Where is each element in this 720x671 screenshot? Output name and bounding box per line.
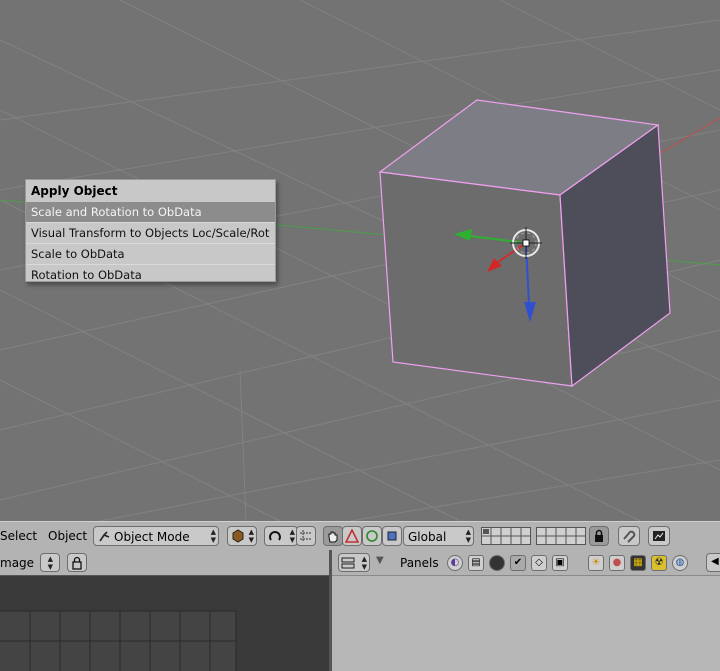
align-icon <box>300 530 312 542</box>
manipulator-toggle[interactable] <box>323 526 343 546</box>
editing-icon[interactable]: ◇ <box>531 555 547 571</box>
lock-icon <box>595 529 603 542</box>
updown-arrows-icon: ▲ ▼ <box>47 555 53 571</box>
snap-button[interactable] <box>618 526 640 546</box>
orientation-label: Global <box>408 530 447 544</box>
radio-icon[interactable]: ☢ <box>651 555 667 571</box>
buttons-window-header: ▲ ▼ ▼ Panels ◐ ▤ ✔ ◇ ▣ ☀ ● ▦ ☢ ◍ ◀ <box>332 550 720 576</box>
script-icon[interactable]: ▤ <box>468 555 484 571</box>
image-editor: mage ▲ ▼ <box>0 550 329 671</box>
object-icon[interactable]: ✔ <box>510 555 526 571</box>
mode-selector-label: Object Mode <box>114 530 190 544</box>
rotate-manipulator-button[interactable] <box>362 526 382 546</box>
image-menu[interactable]: mage <box>0 556 34 570</box>
buttons-window: ▲ ▼ ▼ Panels ◐ ▤ ✔ ◇ ▣ ☀ ● ▦ ☢ ◍ ◀ <box>332 550 720 671</box>
lock-icon <box>72 556 82 570</box>
hand-icon <box>328 531 338 543</box>
image-lock-button[interactable] <box>67 553 87 572</box>
collapse-triangle-icon[interactable]: ▼ <box>376 555 384 566</box>
scene-icon[interactable]: ▣ <box>552 555 568 571</box>
render-icon <box>653 531 665 541</box>
translate-manipulator-button[interactable] <box>342 526 362 546</box>
scale-manipulator-button[interactable] <box>382 526 402 546</box>
logic-icon[interactable]: ◐ <box>447 555 463 571</box>
updown-arrows-icon: ▲ ▼ <box>361 555 367 571</box>
menu-item-scale[interactable]: Scale to ObData <box>26 243 275 264</box>
updown-arrows-icon: ▲ ▼ <box>248 528 254 544</box>
image-browse-button[interactable]: ▲ ▼ <box>40 553 60 572</box>
circle-icon <box>366 530 378 542</box>
magnet-icon <box>623 530 636 543</box>
updown-arrows-icon: ▲ ▼ <box>465 528 471 544</box>
select-menu[interactable]: Select <box>0 529 37 543</box>
square-icon <box>387 531 397 541</box>
lamp-icon[interactable]: ☀ <box>588 555 604 571</box>
cube-icon <box>232 529 244 543</box>
world-icon[interactable]: ◍ <box>672 555 688 571</box>
triangle-icon <box>345 529 359 543</box>
scroll-left-button[interactable]: ◀ <box>706 553 720 572</box>
menu-item-scale-and-rotation[interactable]: Scale and Rotation to ObData <box>26 202 275 222</box>
mode-selector[interactable]: Object Mode ▲ ▼ <box>93 526 219 546</box>
pivot-icon <box>269 531 281 541</box>
render-button[interactable] <box>648 526 670 546</box>
menu-item-rotation[interactable]: Rotation to ObData <box>26 264 275 285</box>
shading-icon[interactable] <box>489 555 505 571</box>
object-mode-icon <box>99 531 110 542</box>
3d-viewport[interactable]: Apply Object Scale and Rotation to ObDat… <box>0 0 720 521</box>
updown-arrows-icon: ▲ ▼ <box>289 528 295 544</box>
buttons-window-icon <box>341 557 355 569</box>
texture-icon[interactable]: ▦ <box>630 555 646 571</box>
layer-buttons-right[interactable] <box>536 527 586 545</box>
menu-title: Apply Object <box>31 184 118 198</box>
uv-grid[interactable] <box>0 576 329 671</box>
object-menu[interactable]: Object <box>48 529 87 543</box>
viewport-header: Select Object Object Mode ▲ ▼ ▲ ▼ ▲ ▼ Gl… <box>0 521 720 551</box>
panels-label: Panels <box>400 556 439 570</box>
editor-type-selector[interactable]: ▲ ▼ <box>338 553 370 572</box>
draw-type-selector[interactable]: ▲ ▼ <box>227 526 257 546</box>
apply-object-menu: Apply Object Scale and Rotation to ObDat… <box>25 179 276 282</box>
orientation-selector[interactable]: Global ▲ ▼ <box>403 526 474 546</box>
material-icon[interactable]: ● <box>609 555 625 571</box>
menu-item-visual-transform[interactable]: Visual Transform to Objects Loc/Scale/Ro… <box>26 222 275 243</box>
lock-layers-button[interactable] <box>589 526 609 546</box>
pivot-selector[interactable]: ▲ ▼ <box>264 526 298 546</box>
image-editor-header: mage ▲ ▼ <box>0 550 329 576</box>
layer-buttons-left[interactable] <box>481 527 531 545</box>
left-arrow-icon: ◀ <box>711 556 719 567</box>
updown-arrows-icon: ▲ ▼ <box>210 528 216 544</box>
align-button[interactable] <box>296 526 316 546</box>
